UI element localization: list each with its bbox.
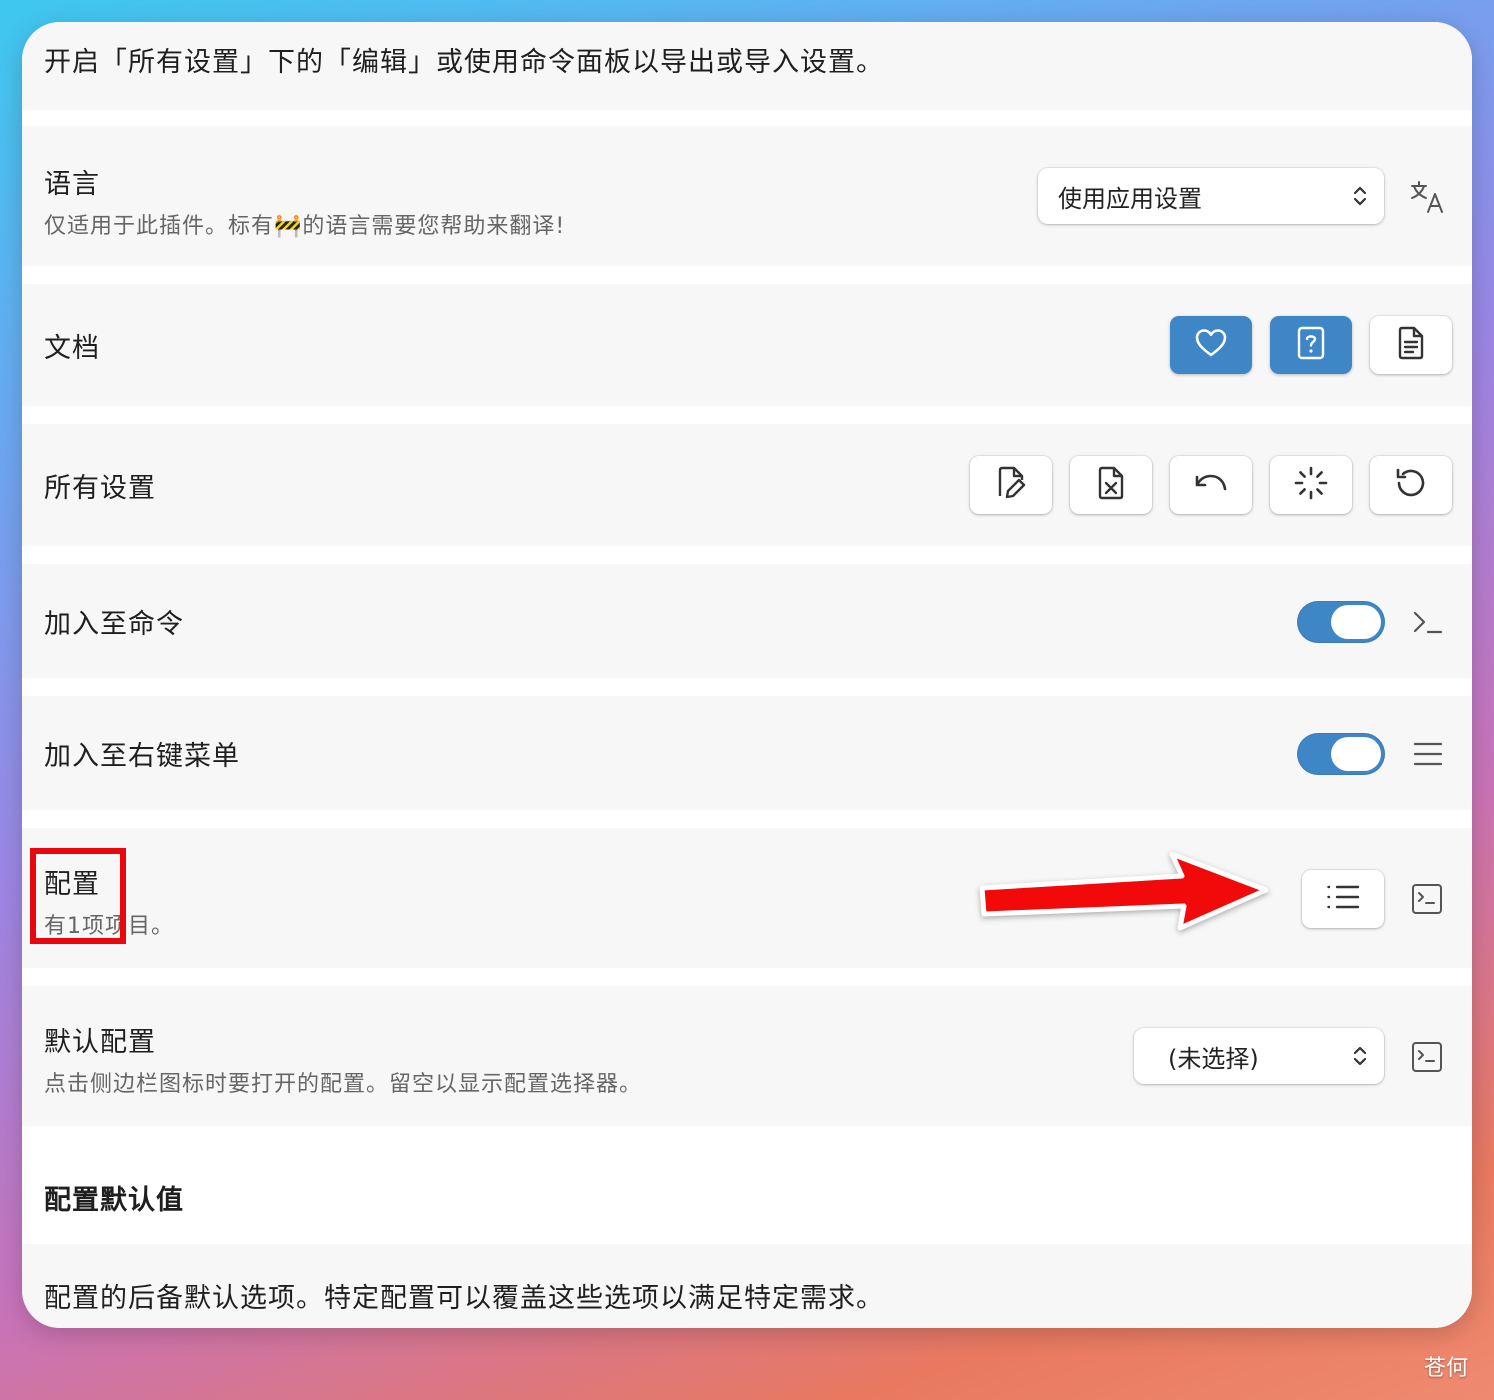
translate-icon: [1408, 176, 1448, 216]
document-icon: [1396, 326, 1426, 364]
clear-settings-button[interactable]: [1070, 456, 1152, 514]
default-profile-desc: 点击侧边栏图标时要打开的配置。留空以显示配置选择器。: [44, 1072, 643, 1097]
help-button[interactable]: [1270, 316, 1352, 374]
profile-defaults-title: 配置默认值: [44, 1185, 184, 1216]
language-select-value: 使用应用设置: [1058, 184, 1202, 213]
add-to-context-menu-setting: 加入至右键菜单: [22, 696, 1472, 810]
language-setting: 语言 仅适用于此插件。标有🚧的语言需要您帮助来翻译! 使用应用设置: [22, 126, 1472, 266]
docs-setting: 文档: [22, 284, 1472, 406]
red-arrow-annotation: [979, 851, 1269, 931]
intro-row: 开启「所有设置」下的「编辑」或使用命令面板以导出或导入设置。: [22, 22, 1472, 110]
default-profile-setting: 默认配置 点击侧边栏图标时要打开的配置。留空以显示配置选择器。 (未选择): [22, 986, 1472, 1126]
watermark: 苍何: [1424, 1356, 1469, 1381]
terminal-prompt-icon: [1410, 604, 1446, 640]
chevron-updown-icon: [1352, 1043, 1368, 1075]
profile-defaults-desc: 配置的后备默认选项。特定配置可以覆盖这些选项以满足特定需求。: [44, 1283, 884, 1314]
manage-profiles-button[interactable]: [1302, 870, 1384, 928]
docs-button[interactable]: [1370, 316, 1452, 374]
all-settings-title: 所有设置: [44, 473, 156, 504]
settings-panel: 开启「所有设置」下的「编辑」或使用命令面板以导出或导入设置。 语言 仅适用于此插…: [22, 22, 1472, 1328]
toggle-knob: [1331, 605, 1381, 639]
language-title: 语言: [44, 169, 100, 200]
default-profile-select-value: (未选择): [1168, 1044, 1259, 1073]
edit-settings-button[interactable]: [970, 456, 1052, 514]
menu-icon: [1410, 736, 1446, 772]
highlight-box: [30, 848, 126, 944]
delete-file-icon: [1096, 466, 1126, 504]
undo-button[interactable]: [1170, 456, 1252, 514]
profile-defaults-heading-row: 配置默认值: [22, 1126, 1472, 1244]
intro-text: 开启「所有设置」下的「编辑」或使用命令面板以导出或导入设置。: [44, 47, 884, 78]
loader-icon: [1294, 466, 1328, 504]
toggle-knob: [1331, 737, 1381, 771]
add-to-commands-setting: 加入至命令: [22, 564, 1472, 678]
add-to-context-menu-title: 加入至右键菜单: [44, 741, 240, 772]
language-select[interactable]: 使用应用设置: [1038, 168, 1384, 224]
list-icon: [1326, 883, 1360, 915]
undo-icon: [1194, 469, 1228, 501]
help-icon: [1296, 326, 1326, 364]
heart-icon: [1194, 327, 1228, 363]
add-to-commands-toggle[interactable]: [1297, 601, 1385, 643]
docs-title: 文档: [44, 333, 100, 364]
donate-button[interactable]: [1170, 316, 1252, 374]
default-profile-title: 默认配置: [44, 1027, 156, 1058]
language-desc: 仅适用于此插件。标有🚧的语言需要您帮助来翻译!: [44, 214, 566, 239]
reload-button[interactable]: [1270, 456, 1352, 514]
profile-defaults-desc-row: 配置的后备默认选项。特定配置可以覆盖这些选项以满足特定需求。: [22, 1244, 1472, 1328]
chevron-updown-icon: [1352, 183, 1368, 215]
edit-file-icon: [996, 466, 1026, 504]
reset-icon: [1394, 466, 1428, 504]
default-profile-select[interactable]: (未选择): [1134, 1028, 1384, 1084]
add-to-commands-title: 加入至命令: [44, 609, 184, 640]
reset-button[interactable]: [1370, 456, 1452, 514]
add-to-context-menu-toggle[interactable]: [1297, 733, 1385, 775]
terminal-square-icon: [1408, 1038, 1446, 1076]
all-settings-setting: 所有设置: [22, 424, 1472, 546]
terminal-square-icon: [1408, 880, 1446, 918]
